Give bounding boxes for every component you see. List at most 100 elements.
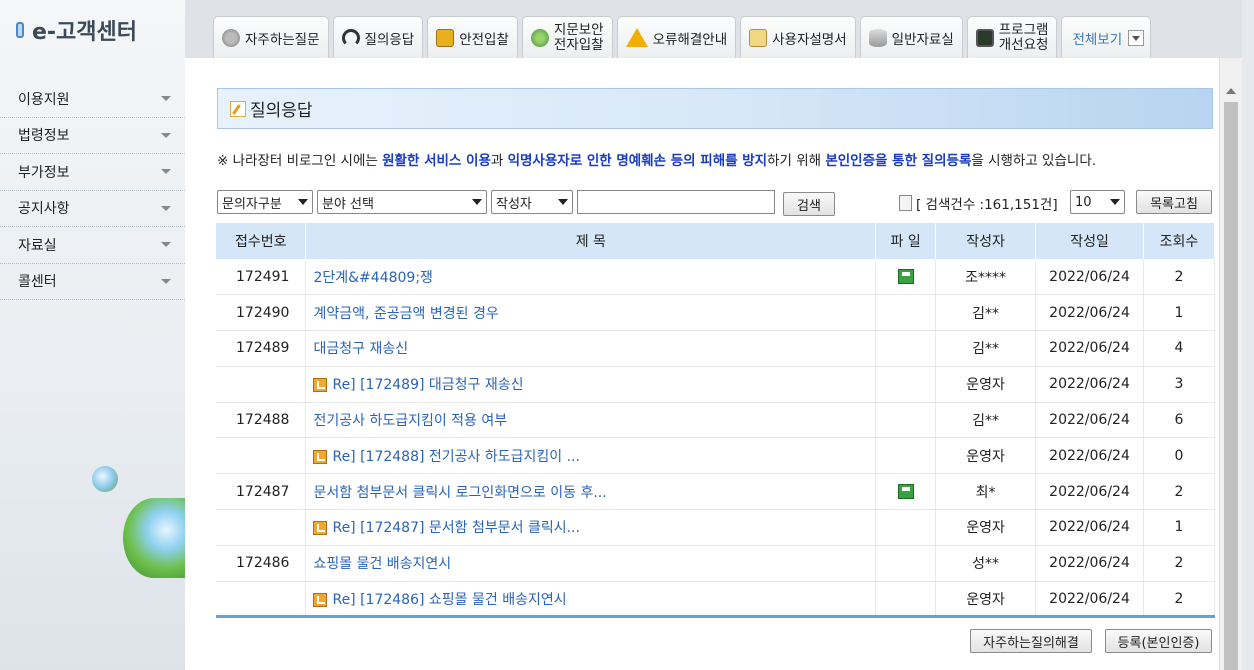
sidebar-item-law-info[interactable]: 법령정보 xyxy=(0,118,185,154)
date-cell: 2022/06/24 xyxy=(1035,545,1144,582)
sidebar-item-extra-info[interactable]: 부가정보 xyxy=(0,154,185,191)
microphone-icon xyxy=(222,28,240,47)
sidebar-item-call-center[interactable]: 콜센터 xyxy=(0,264,185,300)
table-row[interactable]: 172491 2단계&#44809;쟁 조**** 2022/06/24 2 xyxy=(216,259,1215,296)
date-cell: 2022/06/24 xyxy=(1035,294,1144,332)
tab-label: 질의응답 xyxy=(364,31,415,48)
title-cell[interactable]: Re] [172489] 대금청구 재송신 xyxy=(305,366,877,403)
reply-icon xyxy=(313,593,328,608)
tab-label: 오류해결안내 xyxy=(652,31,728,48)
lock-icon xyxy=(436,28,455,47)
inquirer-type-select[interactable]: 문의자구분 xyxy=(217,190,313,214)
file-cell xyxy=(875,366,937,403)
page-size-select[interactable]: 10 xyxy=(1070,190,1125,214)
author-cell: 운영자 xyxy=(935,509,1037,546)
table-header-row: 접수번호 제 목 파 일 작성자 작성일 조회수 xyxy=(216,223,1215,259)
post-title-link[interactable]: Re] [172488] 전기공사 하도급지킴이 ... xyxy=(332,449,580,465)
table-row[interactable]: 172488 전기공사 하도급지킴이 적용 여부 김** 2022/06/24 6 xyxy=(216,402,1215,439)
title-cell[interactable]: 2단계&#44809;쟁 xyxy=(305,259,877,296)
tab-qna[interactable]: 질의응답 xyxy=(332,16,424,58)
views-cell: 1 xyxy=(1143,509,1215,546)
register-button[interactable]: 등록(본인인증) xyxy=(1105,629,1212,653)
receipt-no-cell xyxy=(216,437,307,475)
chevron-down-icon xyxy=(161,169,171,175)
table-row[interactable]: 172490 계약금액, 준공금액 변경된 경우 김** 2022/06/24 1 xyxy=(216,294,1215,332)
title-cell[interactable]: 문서함 첨부문서 클릭시 로그인화면으로 이동 후... xyxy=(305,473,877,511)
title-cell[interactable]: 대금청구 재송신 xyxy=(305,330,877,367)
sidebar-item-usage-support[interactable]: 이용지원 xyxy=(0,81,185,118)
title-cell[interactable]: 계약금액, 준공금액 변경된 경우 xyxy=(305,294,877,332)
table-row[interactable]: Re] [172488] 전기공사 하도급지킴이 ... 운영자 2022/06/2… xyxy=(216,437,1215,475)
warning-icon xyxy=(625,28,648,47)
sidebar-item-archive[interactable]: 자료실 xyxy=(0,227,185,264)
database-icon xyxy=(868,28,887,47)
views-cell: 2 xyxy=(1143,545,1215,582)
content-panel: 질의응답 ※ 나라장터 비로그인 시에는 원활한 서비스 이용과 익명사용자로 … xyxy=(185,58,1219,670)
document-icon xyxy=(899,195,912,211)
balloon-illustration xyxy=(92,466,118,492)
select-value: 문의자구분 xyxy=(222,196,282,212)
author-select[interactable]: 작성자 xyxy=(491,190,573,214)
title-cell[interactable]: Re] [172488] 전기공사 하도급지킴이 ... xyxy=(305,437,877,475)
tab-error-guide[interactable]: 오류해결안내 xyxy=(616,16,737,58)
post-title-link[interactable]: 계약금액, 준공금액 변경된 경우 xyxy=(313,306,498,322)
post-title-link[interactable]: 2단계&#44809;쟁 xyxy=(313,270,432,286)
post-title-link[interactable]: Re] [172489] 대금청구 재송신 xyxy=(332,377,523,393)
post-title-link[interactable]: 전기공사 하도급지킴이 적용 여부 xyxy=(313,413,507,429)
tab-safe-bidding[interactable]: 안전입찰 xyxy=(427,16,518,58)
date-cell: 2022/06/24 xyxy=(1035,366,1144,403)
chevron-down-icon xyxy=(161,96,171,102)
sidebar-item-label: 자료실 xyxy=(18,237,57,254)
faq-resolve-button[interactable]: 자주하는질의해결 xyxy=(970,629,1092,653)
scroll-thumb[interactable] xyxy=(1224,102,1238,670)
table-row[interactable]: 172489 대금청구 재송신 김** 2022/06/24 4 xyxy=(216,330,1215,367)
dropdown-icon[interactable] xyxy=(1128,29,1145,46)
field-select[interactable]: 분야 선택 xyxy=(317,190,487,214)
title-cell[interactable]: 전기공사 하도급지킴이 적용 여부 xyxy=(305,402,877,439)
table-row[interactable]: Re] [172487] 문서함 첨부문서 클릭시... 운영자 2022/06/2… xyxy=(216,509,1215,546)
headset-icon xyxy=(341,28,360,47)
post-title-link[interactable]: 문서함 첨부문서 클릭시 로그인화면으로 이동 후... xyxy=(313,485,606,501)
chevron-down-icon xyxy=(161,205,171,211)
views-cell: 3 xyxy=(1143,366,1215,403)
table-bottom-rule xyxy=(216,615,1215,618)
result-count-label: [ 검색건수 :161,151건] xyxy=(916,197,1058,213)
app-logo[interactable]: e-고객센터 xyxy=(16,14,137,46)
title-cell[interactable]: Re] [172486] 쇼핑몰 물건 배송지연시 xyxy=(305,581,877,618)
author-cell: 운영자 xyxy=(935,437,1037,475)
tab-faq[interactable]: 자주하는질문 xyxy=(213,16,329,58)
vertical-scrollbar[interactable] xyxy=(1219,58,1242,670)
file-attachment-icon[interactable] xyxy=(897,269,914,285)
post-title-link[interactable]: Re] [172487] 문서함 첨부문서 클릭시... xyxy=(332,520,580,536)
post-title-link[interactable]: 쇼핑몰 물건 배송지연시 xyxy=(313,556,451,572)
file-attachment-icon[interactable] xyxy=(897,484,914,500)
date-cell: 2022/06/24 xyxy=(1035,259,1144,296)
tab-label: 전체보기 xyxy=(1072,31,1123,48)
result-count: [ 검색건수 :161,151건] xyxy=(895,193,1058,213)
file-cell xyxy=(875,402,937,439)
tab-user-manual[interactable]: 사용자설명서 xyxy=(740,16,856,58)
table-row[interactable]: 172487 문서함 첨부문서 클릭시 로그인화면으로 이동 후... 최* 2022… xyxy=(216,473,1215,511)
search-input[interactable] xyxy=(577,190,775,214)
table-row[interactable]: 172486 쇼핑몰 물건 배송지연시 성** 2022/06/24 2 xyxy=(216,545,1215,582)
file-cell[interactable] xyxy=(875,473,937,511)
scroll-up-icon[interactable] xyxy=(1226,88,1236,94)
title-cell[interactable]: Re] [172487] 문서함 첨부문서 클릭시... xyxy=(305,509,877,546)
table-row[interactable]: Re] [172486] 쇼핑몰 물건 배송지연시 운영자 2022/06/24 2 xyxy=(216,581,1215,618)
table-row[interactable]: Re] [172489] 대금청구 재송신 운영자 2022/06/24 3 xyxy=(216,366,1215,403)
post-title-link[interactable]: Re] [172486] 쇼핑몰 물건 배송지연시 xyxy=(332,592,566,608)
file-cell[interactable] xyxy=(875,259,937,296)
page-header: 질의응답 xyxy=(217,88,1213,129)
tab-program-improvement[interactable]: 프로그램 개선요청 xyxy=(966,16,1058,58)
sidebar-item-notices[interactable]: 공지사항 xyxy=(0,191,185,227)
title-cell[interactable]: 쇼핑몰 물건 배송지연시 xyxy=(305,545,877,582)
refresh-list-button[interactable]: 목록고침 xyxy=(1136,190,1212,214)
search-button[interactable]: 검색 xyxy=(783,192,835,216)
post-title-link[interactable]: 대금청구 재송신 xyxy=(313,341,408,357)
tab-fingerprint-bidding[interactable]: 지문보안 전자입찰 xyxy=(521,16,613,58)
file-cell xyxy=(875,437,937,475)
tab-label: 지문보안 전자입찰 xyxy=(553,21,604,53)
tab-view-all[interactable]: 전체보기 xyxy=(1061,16,1152,58)
tab-general-archive[interactable]: 일반자료실 xyxy=(859,16,963,58)
receipt-no-cell xyxy=(216,509,307,546)
